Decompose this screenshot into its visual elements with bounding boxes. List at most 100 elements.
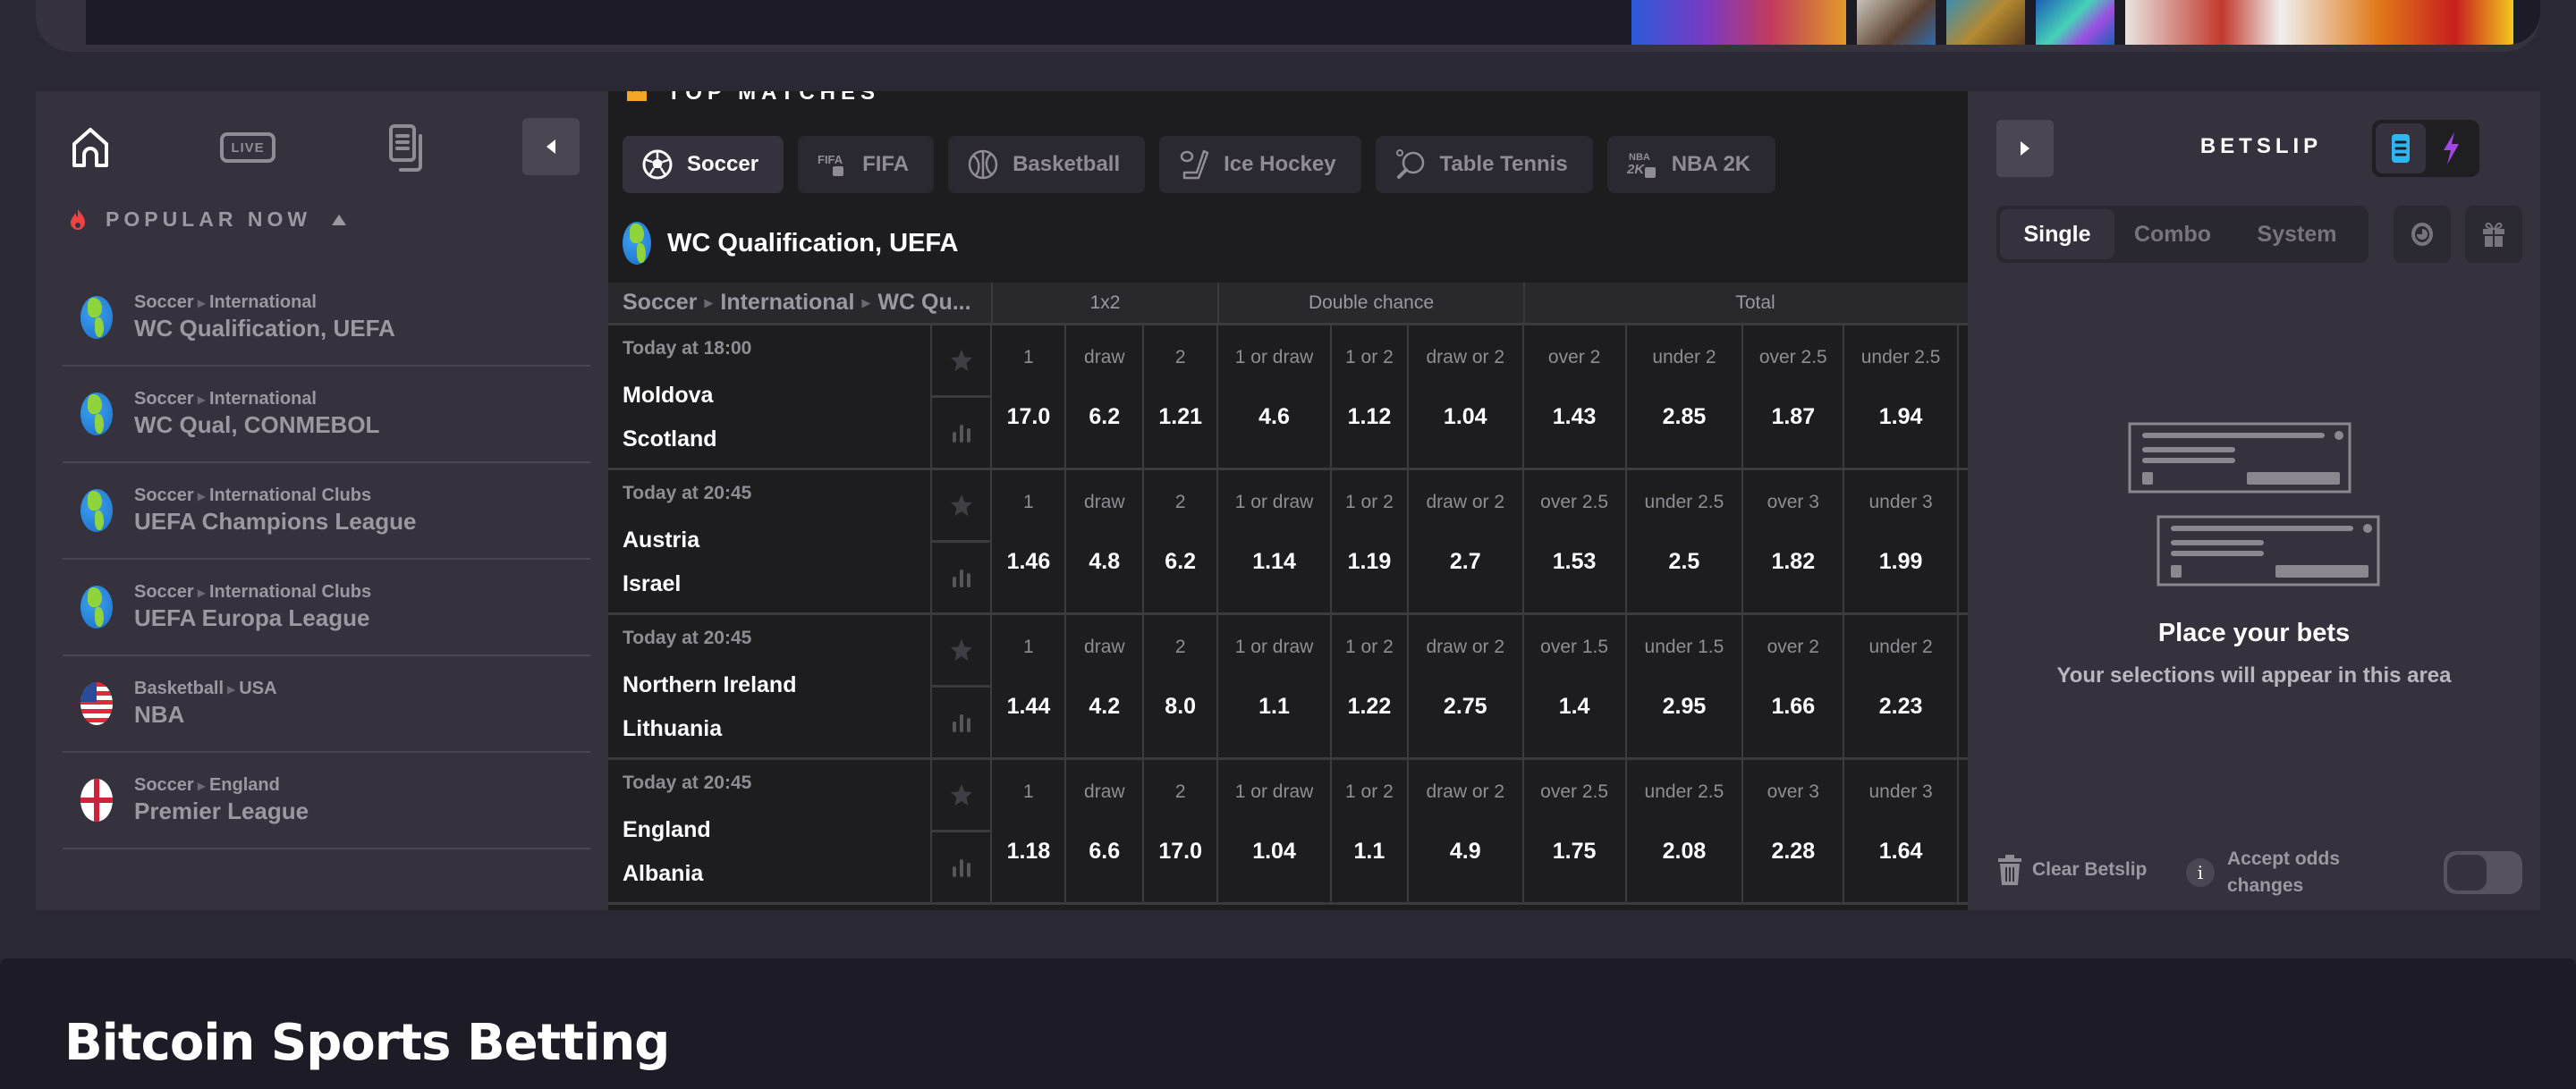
home-team: Moldova <box>623 383 714 408</box>
odds-button[interactable]: under 1.5 2.95 <box>1627 615 1744 757</box>
odds-button[interactable]: over 3 1.82 <box>1743 470 1845 612</box>
favorite-button[interactable] <box>931 470 991 543</box>
bet-history-button[interactable] <box>2394 206 2451 263</box>
promo-banner[interactable] <box>86 0 2540 45</box>
odds-button[interactable]: over 1.5 1.4 <box>1524 615 1627 757</box>
odds-button[interactable]: 1 or draw 1.04 <box>1218 760 1332 902</box>
basketball-icon <box>968 149 998 180</box>
odds-button[interactable]: 1 or draw 1.14 <box>1218 470 1332 612</box>
game-thumbnail[interactable] <box>1946 0 2025 45</box>
odds-button[interactable]: draw 4.2 <box>1066 615 1145 757</box>
odds-button[interactable]: 1 1.18 <box>992 760 1067 902</box>
odds-button[interactable]: 2 17.0 <box>1144 760 1219 902</box>
odds-button[interactable]: 1 1.44 <box>992 615 1067 757</box>
odds-button[interactable]: under 2.5 2.08 <box>1627 760 1744 902</box>
live-button[interactable]: LIVE <box>220 127 275 168</box>
table-breadcrumb[interactable]: Soccer ▶ International ▶ WC Qu... <box>608 283 993 323</box>
odds-label: draw <box>1084 637 1125 657</box>
match-info[interactable]: Today at 20:45 Northern Ireland Lithuania <box>608 615 932 757</box>
odds-button[interactable]: 1 or draw 4.6 <box>1218 325 1332 468</box>
odds-button[interactable]: draw or 2 2.75 <box>1409 615 1524 757</box>
match-info[interactable]: Today at 20:45 Austria Israel <box>608 470 932 612</box>
collapse-sidebar-button[interactable] <box>522 118 580 175</box>
away-team: Albania <box>623 861 704 886</box>
tab-fifa[interactable]: FIFA FIFA <box>798 136 935 193</box>
popular-item-wc-qualification-uefa[interactable]: Soccer ▶ International WC Qualification, U… <box>63 270 590 367</box>
odds-button[interactable]: over 2.5 1.53 <box>1524 470 1627 612</box>
odds-button[interactable]: 1 or 2 1.22 <box>1332 615 1409 757</box>
match-row: Today at 18:00 Moldova Scotland 1 17.0 draw 6.… <box>608 325 1968 470</box>
tab-ice-hockey[interactable]: Ice Hockey <box>1159 136 1361 193</box>
odds-button[interactable]: 1 or 2 1.12 <box>1332 325 1409 468</box>
betslip-mode-quick-button[interactable] <box>2426 123 2476 173</box>
popular-item-uefa-europa-league[interactable]: Soccer ▶ International Clubs UEFA Europa L… <box>63 560 590 656</box>
popular-item-uefa-champions-league[interactable]: Soccer ▶ International Clubs UEFA Champion… <box>63 463 590 560</box>
favorite-button[interactable] <box>931 760 991 832</box>
game-thumbnail[interactable] <box>1857 0 1936 45</box>
odds-button[interactable]: 2 6.2 <box>1144 470 1219 612</box>
odds-button[interactable]: over 2 1.66 <box>1743 615 1845 757</box>
tab-basketball[interactable]: Basketball <box>948 136 1146 193</box>
tab-soccer[interactable]: Soccer <box>623 136 784 193</box>
league-header[interactable]: WC Qualification, UEFA <box>623 222 958 265</box>
bet-type-single[interactable]: Single <box>2000 209 2114 259</box>
match-info[interactable]: Today at 20:45 England Albania <box>608 760 932 902</box>
tab-table-tennis[interactable]: Table Tennis <box>1375 136 1593 193</box>
bet-type-combo[interactable]: Combo <box>2114 209 2231 259</box>
nba2k-icon: NBA2K <box>1627 152 1656 178</box>
odds-button[interactable]: under 2.5 1.94 <box>1844 325 1960 468</box>
odds-label: under 2.5 <box>1860 347 1941 367</box>
odds-button[interactable]: 1 or draw 1.1 <box>1218 615 1332 757</box>
odds-button[interactable]: 1 17.0 <box>992 325 1067 468</box>
popular-item-nba[interactable]: Basketball ▶ USA NBA <box>63 656 590 753</box>
game-thumbnail[interactable] <box>2125 0 2513 45</box>
favorite-button[interactable] <box>931 325 991 398</box>
odds-button[interactable]: draw 6.6 <box>1066 760 1145 902</box>
odds-button[interactable]: 2 8.0 <box>1144 615 1219 757</box>
odds-button[interactable]: over 2.5 1.87 <box>1743 325 1845 468</box>
game-thumbnail[interactable] <box>2036 0 2114 45</box>
match-row: Today at 20:45 Austria Israel 1 1.46 draw 4.8 2… <box>608 470 1968 615</box>
odds-button[interactable]: over 3 2.28 <box>1743 760 1845 902</box>
betslip-mode-list-button[interactable] <box>2376 123 2426 173</box>
bonus-gift-button[interactable] <box>2465 206 2522 263</box>
odds-label: under 3 <box>1868 781 1933 802</box>
popular-item-wc-qual-conmebol[interactable]: Soccer ▶ International WC Qual, CONMEBOL <box>63 367 590 463</box>
odds-button[interactable]: under 3 1.64 <box>1844 760 1960 902</box>
tab-nba-2k[interactable]: NBA 2K NBA 2K <box>1606 136 1776 193</box>
popular-item-premier-league[interactable]: Soccer ▶ England Premier League <box>63 753 590 849</box>
my-bets-button[interactable] <box>385 122 435 175</box>
popular-now-header[interactable]: POPULAR NOW <box>70 207 347 232</box>
game-thumbnail[interactable] <box>1631 0 1846 45</box>
info-icon[interactable]: i <box>2186 858 2215 887</box>
odds-button[interactable]: draw 6.2 <box>1066 325 1145 468</box>
odds-button[interactable]: under 2.5 2.5 <box>1627 470 1744 612</box>
favorite-star-icon <box>950 350 972 371</box>
odds-button[interactable]: draw 4.8 <box>1066 470 1145 612</box>
bet-type-system[interactable]: System <box>2231 209 2363 259</box>
odds-button[interactable]: draw or 2 2.7 <box>1409 470 1524 612</box>
odds-button[interactable]: 1 1.46 <box>992 470 1067 612</box>
statistics-button[interactable] <box>932 543 991 612</box>
odds-button[interactable]: draw or 2 4.9 <box>1409 760 1524 902</box>
tab-label: NBA 2K <box>1671 152 1751 176</box>
match-info[interactable]: Today at 18:00 Moldova Scotland <box>608 325 932 468</box>
caret-up-icon[interactable] <box>331 214 347 226</box>
odds-button[interactable]: 1 or 2 1.1 <box>1332 760 1409 902</box>
odds-button[interactable]: under 2 2.85 <box>1627 325 1744 468</box>
statistics-button[interactable] <box>932 688 991 757</box>
clear-betslip-button[interactable]: Clear Betslip <box>1996 855 2147 885</box>
statistics-button[interactable] <box>932 832 991 902</box>
favorite-button[interactable] <box>931 615 991 688</box>
odds-button[interactable]: over 2.5 1.75 <box>1524 760 1627 902</box>
odds-button[interactable]: draw or 2 1.04 <box>1409 325 1524 468</box>
odds-button[interactable]: 2 1.21 <box>1144 325 1219 468</box>
odds-label: under 3 <box>1868 492 1933 512</box>
statistics-button[interactable] <box>932 398 991 468</box>
odds-button[interactable]: over 2 1.43 <box>1524 325 1627 468</box>
odds-button[interactable]: under 2 2.23 <box>1844 615 1960 757</box>
accept-odds-toggle[interactable] <box>2444 851 2522 894</box>
odds-button[interactable]: under 3 1.99 <box>1844 470 1960 612</box>
odds-button[interactable]: 1 or 2 1.19 <box>1332 470 1409 612</box>
home-button[interactable] <box>68 125 113 170</box>
